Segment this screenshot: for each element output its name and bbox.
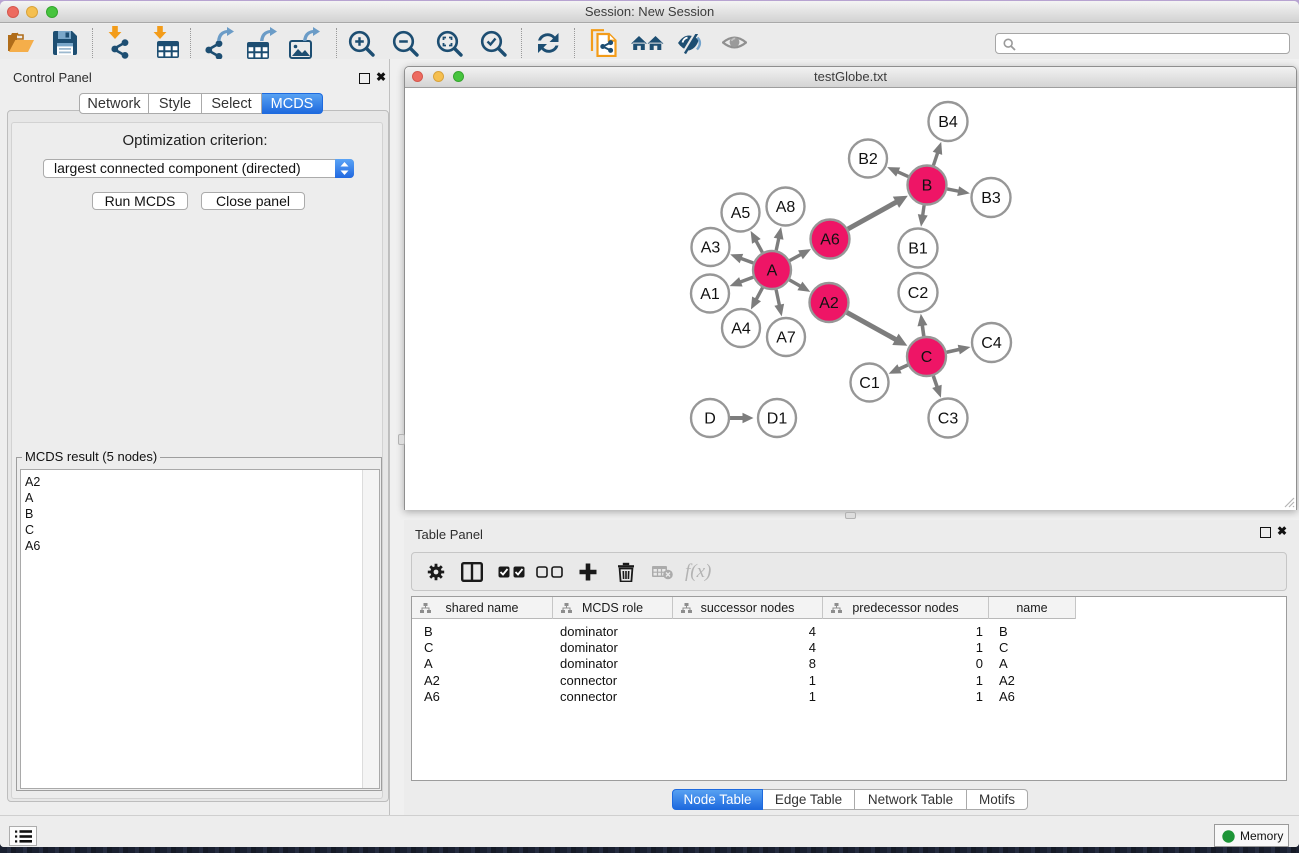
svg-text:A2: A2 [819, 295, 839, 312]
svg-text:B4: B4 [938, 114, 958, 131]
svg-text:B3: B3 [981, 190, 1001, 207]
svg-text:B: B [922, 178, 933, 195]
svg-text:C: C [921, 349, 933, 366]
svg-text:D: D [704, 411, 716, 428]
svg-text:A: A [767, 263, 778, 280]
svg-text:A5: A5 [731, 205, 751, 222]
svg-text:A4: A4 [731, 321, 751, 338]
svg-text:A1: A1 [700, 286, 720, 303]
svg-text:C2: C2 [908, 285, 929, 302]
svg-text:A8: A8 [776, 199, 796, 216]
svg-text:B1: B1 [908, 241, 928, 258]
svg-text:A7: A7 [776, 330, 796, 347]
svg-text:A3: A3 [701, 240, 721, 257]
svg-text:C1: C1 [859, 375, 880, 392]
svg-text:A6: A6 [820, 232, 840, 249]
svg-text:D1: D1 [767, 411, 788, 428]
svg-text:C3: C3 [938, 411, 959, 428]
svg-text:C4: C4 [981, 335, 1002, 352]
svg-text:B2: B2 [858, 151, 878, 168]
